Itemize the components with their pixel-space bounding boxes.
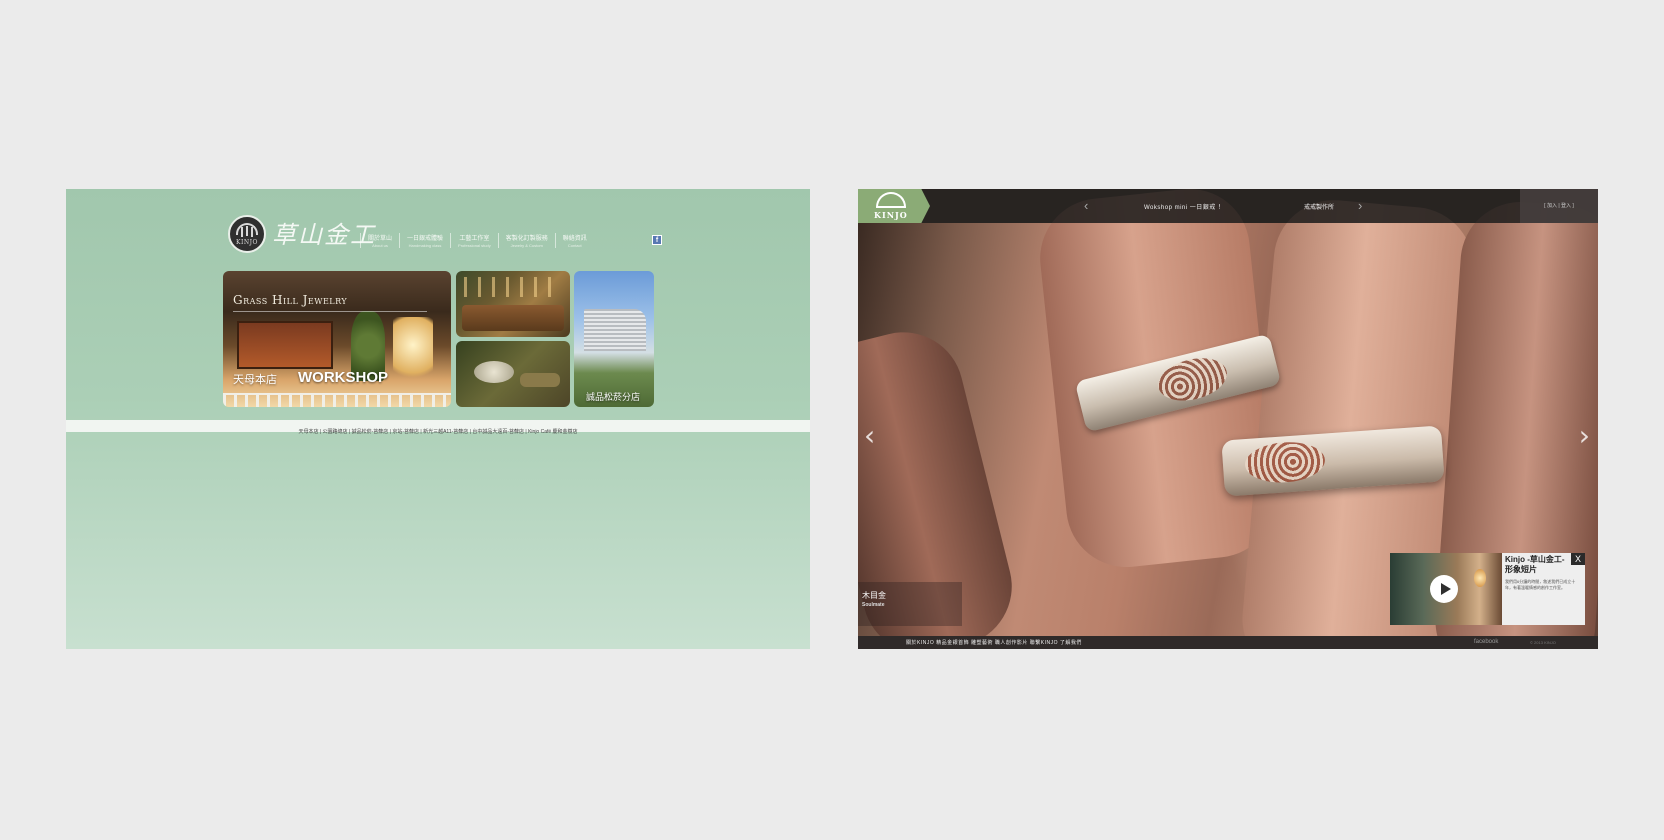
building-image	[584, 309, 646, 351]
tile-workshop[interactable]: Grass Hill Jewelry 天母本店 WORKSHOP	[223, 271, 451, 407]
footer-links[interactable]: 關於KINJO 精品金銀首飾 雕塑藝術 職人創作影片 聯繫KINJO 了解我們	[906, 639, 1082, 646]
fan-icon	[236, 223, 258, 236]
workshop-en-label: WORKSHOP	[298, 369, 388, 386]
tile-songyan-branch[interactable]: 誠品松菸分店	[574, 271, 654, 407]
slide-next-icon[interactable]: ›	[1579, 419, 1590, 452]
facebook-icon[interactable]: f	[652, 235, 662, 245]
caption-subtitle: Soulmate	[862, 602, 885, 608]
footer-copyright: © 2013 KINJO	[1530, 640, 1556, 645]
workshop-zh-label: 天母本店	[233, 374, 277, 386]
video-title: Kinjo -草山金工-形象短片	[1505, 555, 1565, 574]
tool-image	[520, 373, 560, 387]
footer-facebook-link[interactable]: facebook	[1474, 639, 1498, 645]
logo-word: KINJO	[874, 210, 908, 220]
shop-window-image	[237, 321, 333, 369]
ticker-text-studio[interactable]: 戒戒製作所	[1304, 202, 1334, 211]
tables-image	[462, 305, 564, 331]
nav-item-custom[interactable]: 客製化訂製服務 Jewelry & Custom	[497, 233, 555, 248]
lights-image	[464, 277, 562, 297]
seal-logo-text: KINJO	[236, 239, 258, 246]
video-thumbnail[interactable]	[1390, 553, 1502, 625]
kinjo-logo[interactable]: KINJO	[858, 189, 930, 223]
store-link-bar[interactable]: 天母本店 | 公園路總店 | 誠品松菸-苔蘚店 | 京站-苔蘚店 | 新光三越A…	[66, 420, 810, 435]
nav-item-handmaking[interactable]: 一日銀戒體驗 Handmaking class	[399, 233, 450, 248]
kinjo-homepage-screenshot: KINJO ‹ Wokshop mini 一日銀戒 ！ 戒戒製作所 › [ 加入…	[858, 189, 1598, 649]
tool-image	[474, 361, 514, 383]
railing-image	[223, 393, 451, 407]
tile-tools[interactable]	[456, 341, 570, 407]
main-nav: 關於草山 About us 一日銀戒體驗 Handmaking class 工藝…	[360, 233, 594, 248]
site-header: KINJO 草山金工 關於草山 About us 一日銀戒體驗 Handmaki…	[228, 215, 668, 255]
top-bar: KINJO ‹ Wokshop mini 一日銀戒 ！ 戒戒製作所 › [ 加入…	[858, 189, 1598, 223]
branch-label: 誠品松菸分店	[586, 392, 641, 402]
workshop-title: Grass Hill Jewelry	[233, 293, 428, 312]
tile-shop-interior[interactable]	[456, 271, 570, 337]
close-button[interactable]: X	[1571, 553, 1585, 565]
ticker-text-workshop[interactable]: Wokshop mini 一日銀戒 ！	[1144, 202, 1224, 211]
nav-item-studio[interactable]: 工藝工作室 Professional study	[450, 233, 498, 248]
slide-caption: 木目金 Soulmate	[858, 582, 962, 626]
login-button[interactable]: [ 加入 | 登入 ]	[1520, 189, 1598, 223]
nav-item-contact[interactable]: 聯絡資訊 Contact	[554, 233, 594, 248]
bulb-image	[1474, 569, 1486, 587]
grass-hill-homepage-screenshot: KINJO 草山金工 關於草山 About us 一日銀戒體驗 Handmaki…	[66, 189, 810, 649]
ticker-next-icon[interactable]: ›	[1358, 198, 1362, 213]
nav-item-about[interactable]: 關於草山 About us	[360, 233, 399, 248]
video-description: 我們用6分鐘的時間，敘述我們已成立十年，有著溫暖情感的創作工作室。	[1505, 579, 1576, 590]
play-icon[interactable]	[1430, 575, 1458, 603]
lamp-image	[393, 317, 433, 387]
video-popup: Kinjo -草山金工-形象短片 我們用6分鐘的時間，敘述我們已成立十年，有著溫…	[1390, 553, 1585, 625]
fan-icon	[876, 192, 906, 208]
store-links-text: 天母本店 | 公園路總店 | 誠品松菸-苔蘚店 | 京站-苔蘚店 | 新光三越A…	[298, 429, 578, 435]
kinjo-seal-logo[interactable]: KINJO	[228, 215, 266, 253]
footer: 關於KINJO 精品金銀首飾 雕塑藝術 職人創作影片 聯繫KINJO 了解我們 …	[858, 636, 1598, 649]
caption-title: 木目金	[862, 591, 886, 600]
store-tiles: Grass Hill Jewelry 天母本店 WORKSHOP 誠品松菸分店	[223, 271, 663, 407]
slide-prev-icon[interactable]: ‹	[864, 419, 875, 452]
ticker-prev-icon[interactable]: ‹	[1084, 198, 1088, 213]
